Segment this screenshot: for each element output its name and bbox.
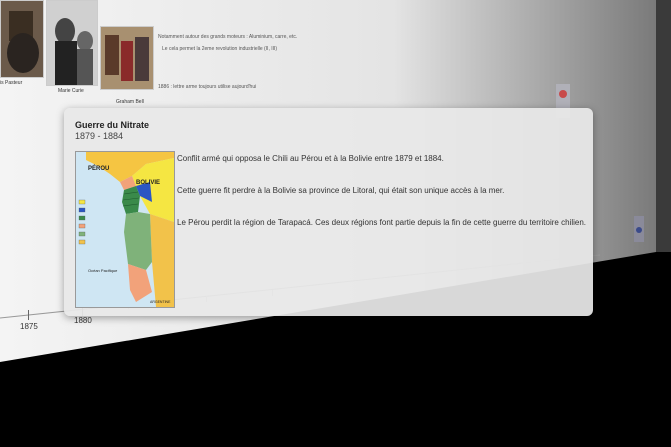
timeline-tick: [28, 310, 29, 320]
photo-bell-image: [101, 27, 153, 89]
photo-curie-image: [47, 1, 97, 85]
wall-note: Le cela permet la 2eme revolution indust…: [162, 46, 278, 52]
person-label: is Pasteur: [0, 80, 23, 86]
photo-far-right-image: [634, 216, 644, 242]
nitrate-war-map: PÉROU BOLIVIE Océan Pacifique ARGENTINE: [75, 151, 175, 308]
wall-note: Notamment autour des grands moteurs : Al…: [158, 34, 298, 40]
popup-title: Guerre du Nitrate: [75, 120, 150, 130]
popup-paragraph: Le Pérou perdit la région de Tarapacá. C…: [177, 218, 586, 227]
event-popup[interactable]: Guerre du Nitrate 1879 - 1884 PÉROU BOLI…: [64, 108, 593, 316]
popup-paragraph: Conflit armé qui opposa le Chili au Péro…: [177, 154, 444, 163]
person-label: Marie Curie: [58, 88, 84, 94]
year-label: 1875: [20, 322, 38, 331]
wall-note: 1886 : lettre arme toujours utilise aujo…: [158, 84, 257, 90]
photo-pasteur[interactable]: [0, 0, 44, 78]
year-label: 1880: [74, 316, 92, 325]
popup-paragraph: Cette guerre fit perdre à la Bolivie sa …: [177, 186, 505, 195]
photo-pasteur-image: [1, 1, 43, 77]
map-label-peru: PÉROU: [88, 164, 109, 172]
popup-dates: 1879 - 1884: [75, 131, 124, 141]
map-label-argentina: ARGENTINE: [150, 300, 171, 304]
map-label-ocean: Océan Pacifique: [88, 268, 118, 273]
photo-bell[interactable]: [100, 26, 154, 90]
map-graphic: PÉROU BOLIVIE Océan Pacifique ARGENTINE: [76, 152, 174, 307]
map-label-bolivia: BOLIVIE: [136, 180, 160, 186]
photo-far-right[interactable]: [634, 216, 644, 242]
person-label: Graham Bell: [116, 99, 144, 105]
photo-curie[interactable]: [46, 0, 98, 86]
